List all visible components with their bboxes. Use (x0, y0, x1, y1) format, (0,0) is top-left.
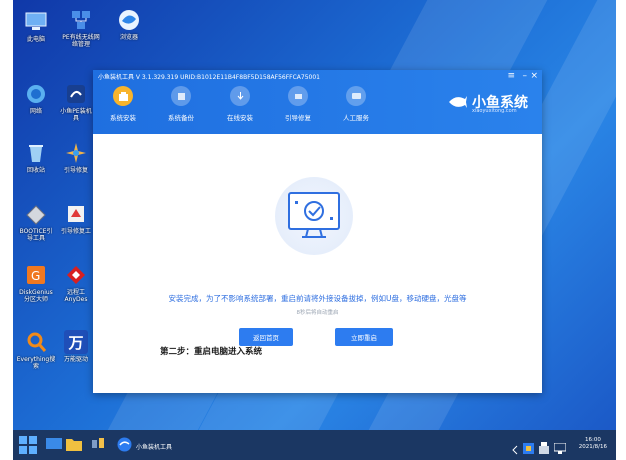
monitor-check-icon (288, 192, 340, 238)
window-title: 小鱼装机工具 V 3.1.329.319 URID:B1012E11B4F8BF… (98, 74, 321, 81)
brand-logo: 小鱼系统 xiaoyuxitong.com (448, 92, 528, 114)
taskbar-quicklaunch[interactable] (92, 436, 106, 456)
desktop-icon-label: 浏览器 (119, 34, 138, 41)
auto-restart-countdown: 8秒后将自动重启 (296, 310, 339, 316)
computer-icon (46, 438, 62, 449)
tray-app-icon[interactable] (523, 439, 534, 458)
tab-manual-service[interactable]: 人工服务 (334, 86, 378, 122)
return-home-button[interactable]: 返回首页 (239, 328, 293, 346)
tab-label: 在线安装 (227, 114, 253, 122)
fish-logo-icon (449, 96, 467, 108)
drive-icon (92, 438, 104, 448)
completion-illustration (275, 177, 353, 255)
desktop-icon-label: PE有线无线网 络管理 (62, 34, 100, 48)
chat-icon (346, 86, 366, 106)
windows-logo-icon (19, 436, 37, 454)
taskbar: 小鱼装机工具 16:00 2021/8/16 (13, 430, 616, 460)
start-button[interactable] (19, 436, 37, 458)
tab-online-install[interactable]: 在线安装 (218, 86, 262, 122)
desktop-icon-label: 此电脑 (26, 36, 45, 43)
recycle-bin-icon (24, 141, 48, 165)
desktop-icon-browser[interactable]: 浏览器 (106, 8, 152, 41)
download-icon (230, 86, 250, 106)
clock-date: 2021/8/16 (578, 444, 607, 450)
xiaoyu-app-icon (117, 437, 132, 452)
bootice-icon (24, 202, 48, 226)
step-overlay-text: 第二步：重启电脑进入系统 (160, 347, 263, 357)
browser-icon (117, 8, 141, 32)
install-icon (113, 86, 133, 106)
brand-url: xiaoyuxitong.com (472, 108, 517, 114)
system-clock[interactable]: 16:00 2021/8/16 (579, 437, 607, 451)
boot-repair-icon (64, 141, 88, 165)
menu-icon[interactable]: ≡ (507, 71, 515, 81)
clock-time: 16:00 (584, 437, 601, 443)
desktop-icon-computer[interactable]: 此电脑 (13, 10, 59, 43)
pe-network-icon (69, 8, 93, 32)
everything-icon (24, 330, 48, 354)
tab-system-install[interactable]: 系统安装 (101, 86, 145, 122)
tab-label: 引导修复 (285, 114, 311, 122)
tab-boot-repair[interactable]: 引导修复 (276, 86, 320, 122)
svg-text:G: G (31, 269, 40, 283)
tab-system-backup[interactable]: 系统备份 (159, 86, 203, 122)
restart-now-button[interactable]: 立即重启 (335, 328, 393, 346)
wrench-icon (288, 86, 308, 106)
computer-icon (24, 10, 48, 34)
tray-network-icon[interactable] (553, 439, 567, 458)
xiaoyu-pe-icon (64, 82, 88, 106)
boot-repair-tool-icon (64, 202, 88, 226)
remote-tool-icon (64, 263, 88, 287)
minimize-button[interactable]: – (523, 71, 528, 81)
folder-icon (66, 439, 82, 451)
install-complete-message: 安装完成，为了不影响系统部署，重启前请将外接设备拔掉，例如U盘，移动硬盘，光盘等 (168, 294, 467, 303)
desktop: 此电脑 PE有线无线网 络管理 浏览器 网络 小鱼PE装机 具 回收站 引导修复… (13, 0, 616, 460)
tab-label: 系统备份 (168, 114, 194, 122)
close-button[interactable]: × (530, 71, 538, 81)
window-header: 小鱼装机工具 V 3.1.329.319 URID:B1012E11B4F8BF… (93, 70, 542, 134)
network-icon (24, 82, 48, 106)
taskbar-desktop-button[interactable] (46, 436, 62, 456)
tab-label: 系统安装 (110, 114, 136, 122)
tab-label: 人工服务 (343, 114, 369, 122)
tray-usb-icon[interactable] (539, 439, 549, 458)
taskbar-app-xiaoyu[interactable] (117, 437, 132, 456)
taskbar-app-label: 小鱼装机工具 (136, 444, 173, 451)
diskgenius-icon: G (24, 263, 48, 287)
wanneng-driver-icon: 万 (64, 330, 88, 354)
desktop-icon-pe-network[interactable]: PE有线无线网 络管理 (58, 8, 104, 48)
backup-icon (171, 86, 191, 106)
tray-expand-icon[interactable] (511, 440, 519, 459)
taskbar-explorer-button[interactable] (66, 436, 82, 456)
